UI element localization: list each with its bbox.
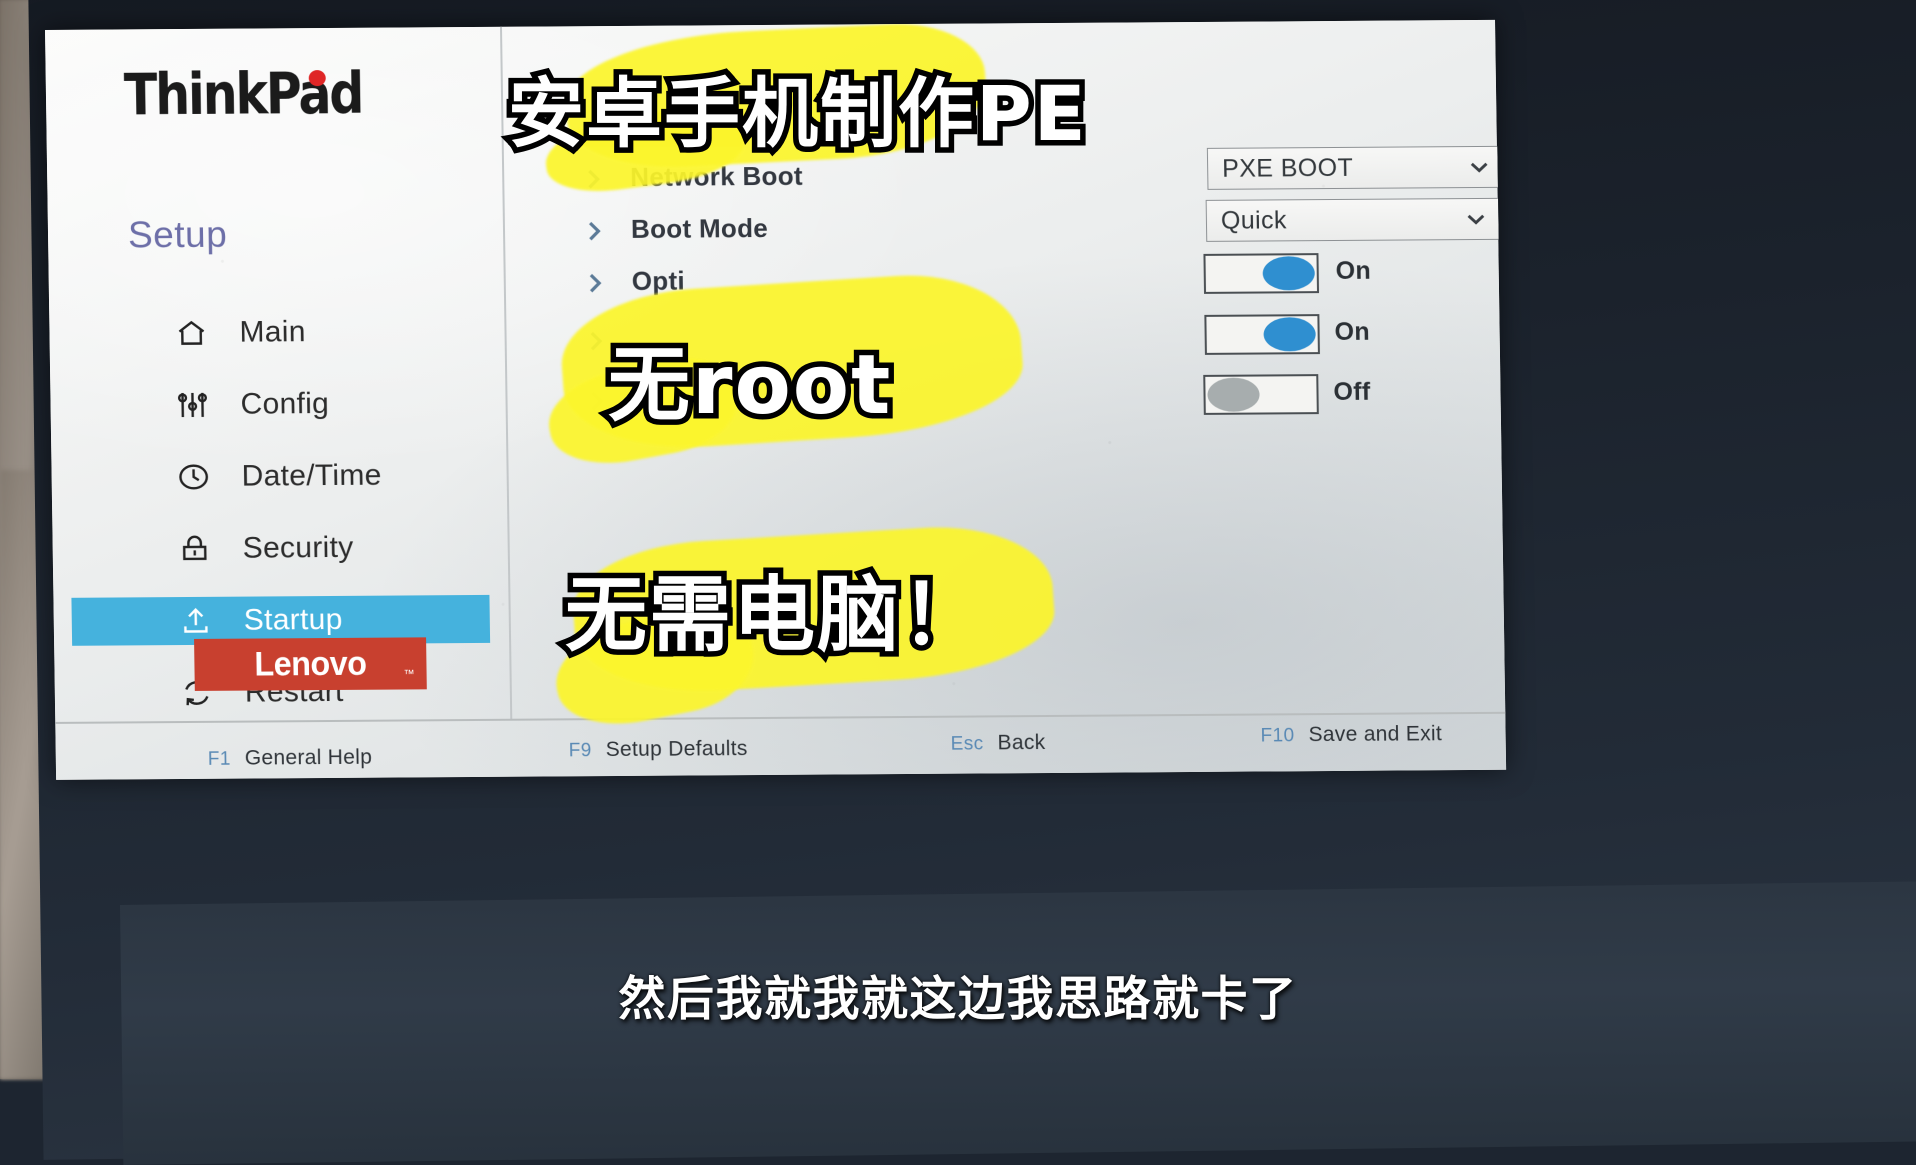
caption-text-2: 无root (608, 318, 892, 437)
toggle-knob (1263, 317, 1316, 351)
chevron-right-icon (582, 269, 608, 297)
chevron-right-icon (581, 217, 607, 245)
sidebar-item-label: Date/Time (241, 459, 381, 494)
fkey-desc: General Help (245, 746, 373, 771)
sidebar-item-label: Security (242, 531, 353, 566)
page-title: Setup (128, 214, 228, 257)
toggle-state-label: Off (1333, 378, 1370, 407)
toggle-hidden-2[interactable] (1203, 374, 1319, 415)
network-boot-select[interactable]: PXE BOOT (1207, 146, 1506, 190)
network-boot-select-value: PXE BOOT (1222, 153, 1353, 183)
sidebar-item-config[interactable]: Config (68, 379, 487, 430)
sidebar-item-date-time[interactable]: Date/Time (69, 451, 488, 502)
toggle-state-label: On (1336, 257, 1372, 286)
toggle-knob (1207, 378, 1260, 412)
sidebar: ThinkPad Setup Main (45, 27, 510, 718)
fkey-key: F10 (1260, 725, 1294, 747)
function-key-bar: F1 General Help F9 Setup Defaults Esc Ba… (55, 720, 1506, 780)
thinkpad-logo-red-dot (309, 70, 326, 86)
fkey-general-help[interactable]: F1 General Help (208, 746, 373, 771)
setting-label: Boot Mode (631, 213, 768, 245)
sidebar-item-security[interactable]: Security (70, 523, 489, 574)
lock-icon (175, 530, 214, 568)
lenovo-logo: Lenovo ™ (194, 637, 427, 691)
thinkpad-logo: ThinkPad (123, 61, 362, 129)
fkey-key: Esc (951, 733, 984, 755)
boot-mode-select-value: Quick (1221, 206, 1287, 235)
chevron-down-icon (1465, 212, 1487, 226)
lenovo-logo-text: Lenovo (254, 644, 367, 684)
fkey-desc: Save and Exit (1308, 722, 1442, 747)
lenovo-trademark-symbol: ™ (404, 668, 415, 680)
sliders-icon (173, 386, 212, 424)
toggle-knob (1262, 256, 1315, 290)
sidebar-item-main[interactable]: Main (67, 307, 486, 358)
fkey-key: F1 (208, 749, 231, 771)
sidebar-item-label: Config (240, 387, 329, 422)
sidebar-item-label: Startup (244, 603, 343, 638)
fkey-setup-defaults[interactable]: F9 Setup Defaults (569, 737, 748, 762)
fkey-key: F9 (569, 740, 592, 762)
caption-text-3: 无需电脑！ (565, 548, 985, 667)
caption-text-1: 安卓手机制作PE (508, 52, 1088, 162)
upload-icon (177, 602, 216, 640)
fkey-desc: Setup Defaults (606, 737, 748, 762)
fkey-save-and-exit[interactable]: F10 Save and Exit (1260, 722, 1442, 747)
toggle-option-keys[interactable] (1203, 253, 1319, 294)
toggle-state-label: On (1334, 318, 1370, 347)
video-subtitle: 然后我就我就这边我思路就卡了 (0, 960, 1916, 1029)
sidebar-item-label: Main (239, 315, 306, 349)
clock-icon (174, 458, 213, 496)
chevron-down-icon (1468, 160, 1490, 174)
fkey-desc: Back (997, 731, 1045, 755)
home-icon (172, 314, 211, 352)
boot-mode-select[interactable]: Quick (1206, 198, 1505, 242)
toggle-hidden-1[interactable] (1204, 314, 1320, 355)
fkey-back[interactable]: Esc Back (951, 731, 1046, 756)
